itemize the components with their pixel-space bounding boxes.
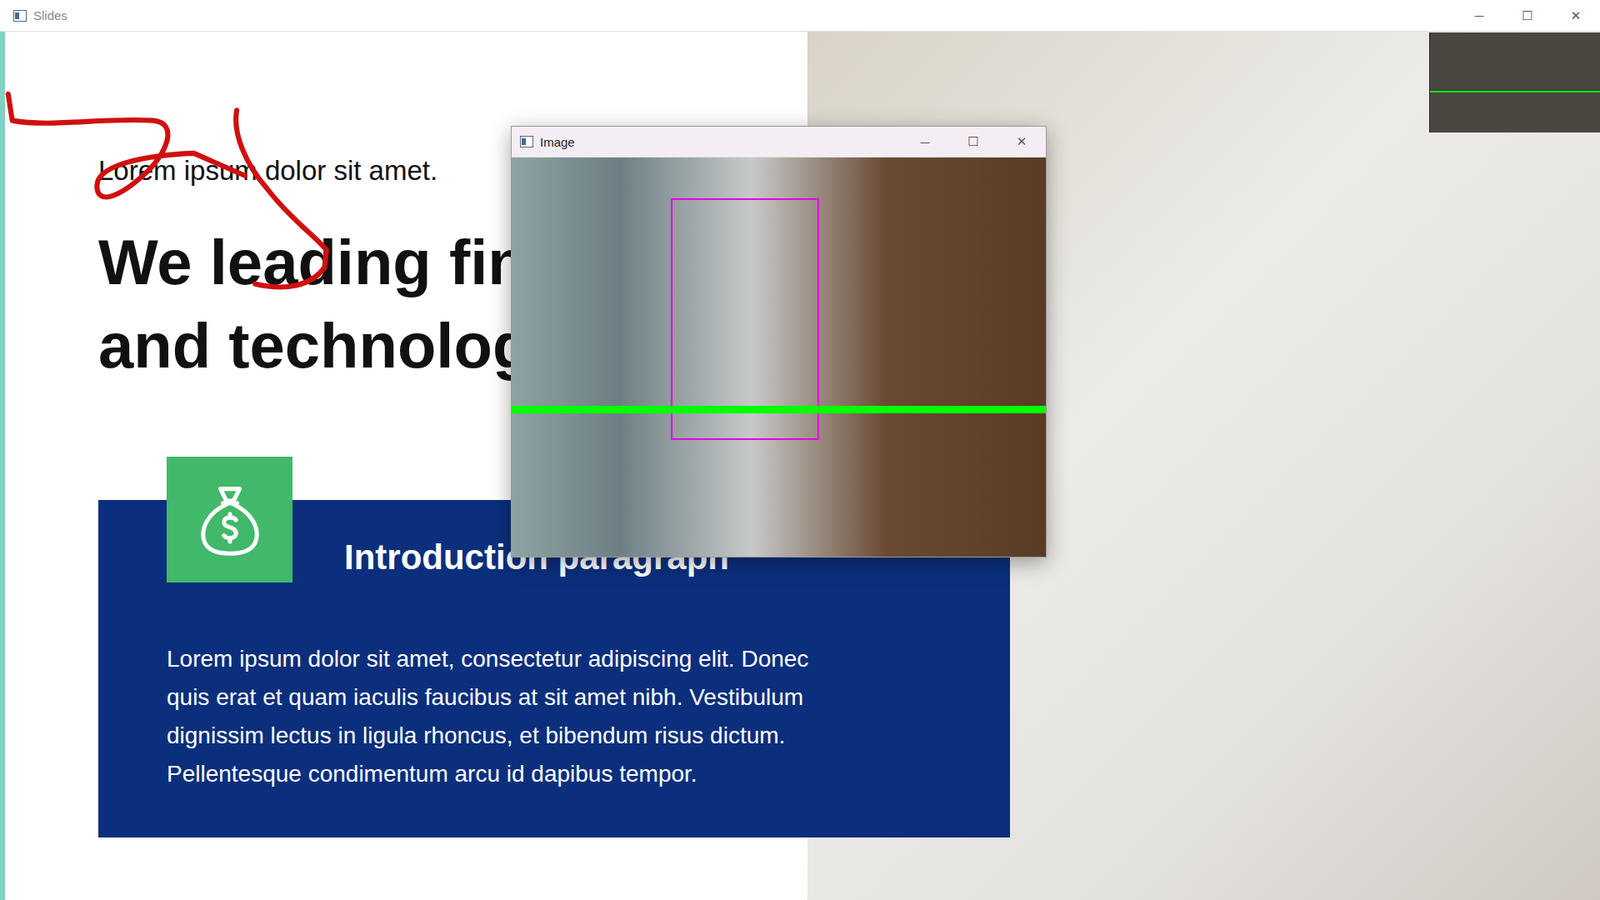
- card-paragraph: Lorem ipsum dolor sit amet, consectetur …: [166, 640, 977, 794]
- paragraph-line: dignissim lectus in ligula rhoncus, et b…: [166, 716, 977, 755]
- maximize-button[interactable]: ☐: [1503, 0, 1552, 31]
- camera-window-controls: ─☐✕: [900, 126, 1046, 157]
- money-bag-icon: [191, 481, 269, 559]
- window-controls: ─☐✕: [1455, 0, 1600, 31]
- ink-stroke: [8, 94, 245, 198]
- close-button[interactable]: ✕: [997, 126, 1046, 157]
- ink-stroke: [235, 110, 327, 287]
- window-title: Slides: [33, 8, 1449, 23]
- camera-window[interactable]: Image ─☐✕: [510, 125, 1047, 558]
- paragraph-line: Pellentesque condimentum arcu id dapibus…: [166, 755, 977, 794]
- title-bar: Slides ─☐✕: [0, 0, 1600, 32]
- app-icon: [13, 10, 27, 22]
- camera-window-title: Image: [540, 135, 895, 150]
- app-icon: [520, 135, 534, 148]
- track-line: [511, 405, 1046, 414]
- thumbnail-track-line: [1430, 90, 1600, 93]
- close-button[interactable]: ✕: [1551, 0, 1600, 31]
- icon-box: [166, 456, 293, 583]
- camera-thumbnail: [1429, 32, 1600, 133]
- camera-title-bar[interactable]: Image ─☐✕: [511, 126, 1046, 158]
- minimize-button[interactable]: ─: [1455, 0, 1504, 31]
- camera-video: [511, 157, 1046, 557]
- minimize-button[interactable]: ─: [900, 126, 950, 157]
- slides-window: Slides─☐✕Lorem ipsum dolor sit amet.We l…: [0, 0, 1600, 900]
- hand-bounding-box: [670, 198, 820, 440]
- paragraph-line: Lorem ipsum dolor sit amet, consectetur …: [166, 640, 977, 679]
- slide: Lorem ipsum dolor sit amet.We leading fi…: [0, 31, 1600, 900]
- maximize-button[interactable]: ☐: [949, 126, 998, 157]
- paragraph-line: quis erat et quam iaculis faucibus at si…: [166, 678, 977, 717]
